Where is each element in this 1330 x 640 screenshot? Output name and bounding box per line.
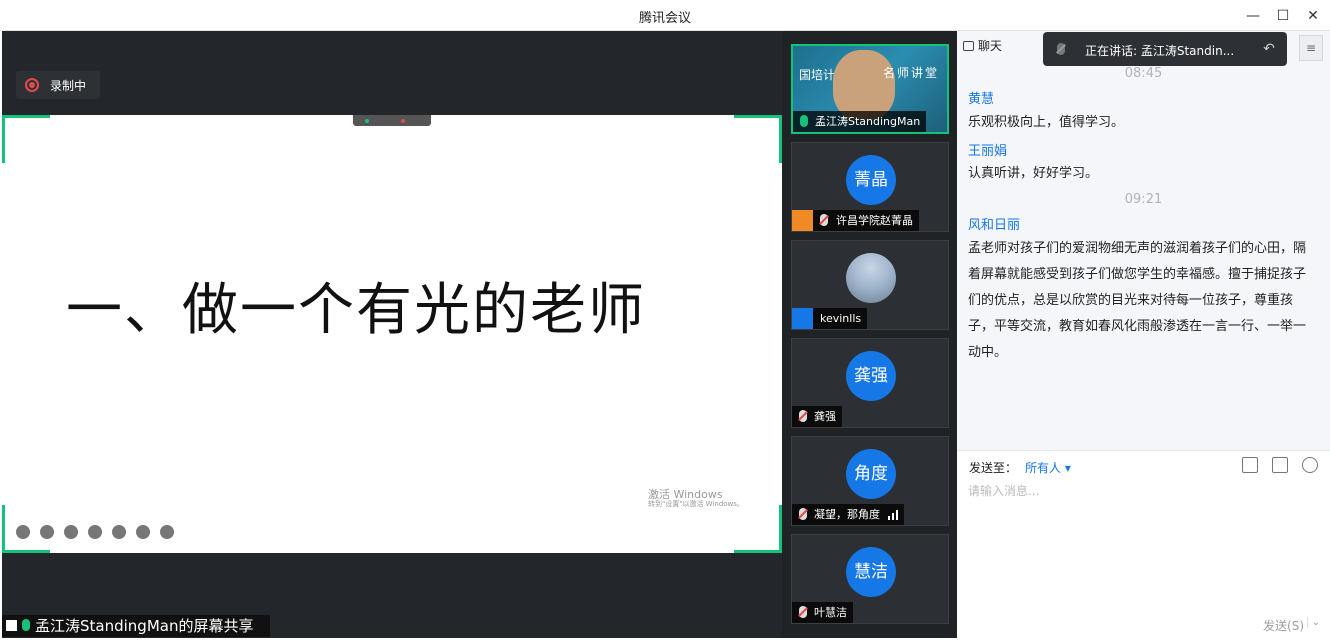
user-settings-icon[interactable]: [1302, 457, 1318, 473]
chat-panel: 聊天 08:45 正在讲话: 孟江涛Standin... ↶ ≡ 黄慧 乐观积极…: [957, 31, 1330, 638]
screen-share-label: 孟江涛StandingMan的屏幕共享: [2, 615, 270, 637]
mic-icon: [365, 119, 369, 123]
record-icon: [25, 78, 39, 92]
participant-nameplate: 凝望，那角度: [792, 504, 904, 525]
send-options-icon[interactable]: ⌄: [1306, 617, 1320, 628]
previous-slide-icon[interactable]: [16, 525, 30, 539]
participant-tile[interactable]: kevinlls: [791, 240, 949, 330]
active-speaker-banner: 正在讲话: 孟江涛Standin... ↶: [1043, 32, 1287, 66]
more-icon[interactable]: [160, 525, 174, 539]
slide-title: 一、做一个有光的老师: [66, 278, 646, 343]
signal-strength-icon: [888, 510, 900, 520]
recording-indicator[interactable]: 录制中: [16, 71, 100, 99]
mic-icon: [22, 619, 30, 631]
participant-tile[interactable]: 国培计 名师讲堂 孟江涛StandingMan: [791, 44, 949, 134]
participant-nameplate: 叶慧洁: [792, 602, 853, 623]
window-title: 腾讯会议: [638, 11, 691, 26]
participant-tile[interactable]: 菁晶 许昌学院赵菁晶: [791, 142, 949, 232]
minimize-button[interactable]: —: [1243, 6, 1263, 26]
record-icon: [401, 119, 405, 123]
participant-avatar: 菁晶: [846, 155, 896, 205]
message-input[interactable]: 请输入消息...: [968, 482, 1039, 499]
participant-avatar: 慧洁: [846, 547, 896, 597]
announcement-icon[interactable]: [1272, 457, 1288, 473]
chat-icon: [963, 41, 974, 51]
video-banner-right: 名师讲堂: [882, 66, 939, 80]
share-frame-corner: [734, 115, 782, 163]
chat-message: 认真听讲，好好学习。: [968, 166, 1099, 181]
shared-screen-area: 录制中 一、做一个有光的老师 激活 Windows 转到"设置"以激活 Wind…: [2, 31, 782, 638]
participant-avatar: 角度: [846, 449, 896, 499]
participant-nameplate: 孟江涛StandingMan: [793, 111, 927, 132]
user-icon: [792, 210, 813, 231]
participant-tile[interactable]: 角度 凝望，那角度: [791, 436, 949, 526]
mic-muted-icon: [799, 606, 807, 618]
recording-label: 录制中: [50, 79, 87, 93]
participant-avatar: 龚强: [846, 351, 896, 401]
send-to-value[interactable]: 所有人 ▾: [1025, 461, 1071, 475]
chat-menu-button[interactable]: ≡: [1299, 35, 1323, 61]
next-slide-icon[interactable]: [40, 525, 54, 539]
speaker-face: [833, 50, 895, 120]
maximize-button[interactable]: ☐: [1273, 6, 1293, 26]
watermark-subtitle: 转到"设置"以激活 Windows。: [648, 500, 744, 509]
chat-sender: 风和日丽: [968, 218, 1021, 233]
presentation-slide: 一、做一个有光的老师 激活 Windows 转到"设置"以激活 Windows。: [2, 115, 782, 553]
title-bar: 腾讯会议 — ☐ ✕: [0, 0, 1330, 31]
send-to-label: 发送至：: [969, 461, 1018, 475]
participant-nameplate: 许昌学院赵菁晶: [792, 210, 919, 231]
mic-icon: [800, 115, 808, 127]
screen-share-owner: 孟江涛StandingMan的屏幕共享: [35, 617, 254, 635]
chat-sender: 黄慧: [968, 92, 995, 107]
chat-timestamp: 09:21: [1124, 192, 1163, 207]
chat-message: 孟老师对孩子们的爱润物细无声的滋润着孩子们的心田，隔着屏幕就能感受到孩子们做您学…: [968, 241, 1307, 360]
share-frame-corner: [2, 115, 50, 163]
share-frame-corner: [734, 505, 782, 553]
participant-tile[interactable]: 慧洁 叶慧洁: [791, 534, 949, 624]
camera-icon[interactable]: [112, 525, 126, 539]
screen-share-icon: [6, 620, 17, 631]
active-speaker-text: 正在讲话: 孟江涛Standin...: [1085, 44, 1235, 58]
participant-rail: 国培计 名师讲堂 孟江涛StandingMan 菁晶 许昌学院赵菁晶 kevin…: [782, 31, 957, 638]
chat-message: 乐观积极向上，值得学习。: [968, 115, 1125, 130]
send-button[interactable]: 发送(S): [1263, 617, 1304, 634]
chat-history[interactable]: 聊天 08:45 正在讲话: 孟江涛Standin... ↶ ≡ 黄慧 乐观积极…: [957, 31, 1330, 451]
mic-muted-icon: [799, 410, 807, 422]
reply-icon[interactable]: ↶: [1259, 39, 1279, 59]
participant-name: 孟江涛StandingMan: [815, 115, 921, 128]
share-mini-toolbar[interactable]: [353, 115, 431, 126]
chat-tab-label: 聊天: [978, 39, 1003, 53]
send-to-selector[interactable]: 发送至： 所有人 ▾: [969, 459, 1071, 476]
participant-tile[interactable]: 龚强 龚强: [791, 338, 949, 428]
mic-muted-icon: [1057, 43, 1065, 55]
chat-sender: 王丽娟: [968, 144, 1008, 159]
mic-muted-icon: [820, 214, 828, 226]
video-banner-left: 国培计: [799, 68, 836, 82]
folder-icon[interactable]: [1242, 457, 1258, 473]
close-button[interactable]: ✕: [1303, 6, 1323, 26]
pen-icon[interactable]: [64, 525, 78, 539]
subtitle-icon[interactable]: [136, 525, 150, 539]
mic-muted-icon: [799, 508, 807, 520]
user-icon: [792, 308, 813, 329]
zoom-icon[interactable]: [88, 525, 102, 539]
participant-nameplate: 龚强: [792, 406, 842, 427]
participant-nameplate: kevinlls: [792, 308, 868, 329]
windows-activation-watermark: 激活 Windows 转到"设置"以激活 Windows。: [648, 488, 744, 509]
tab-chat[interactable]: 聊天: [963, 37, 1002, 54]
chat-timestamp: 08:45: [1124, 66, 1163, 81]
participant-avatar-photo: [846, 253, 896, 303]
